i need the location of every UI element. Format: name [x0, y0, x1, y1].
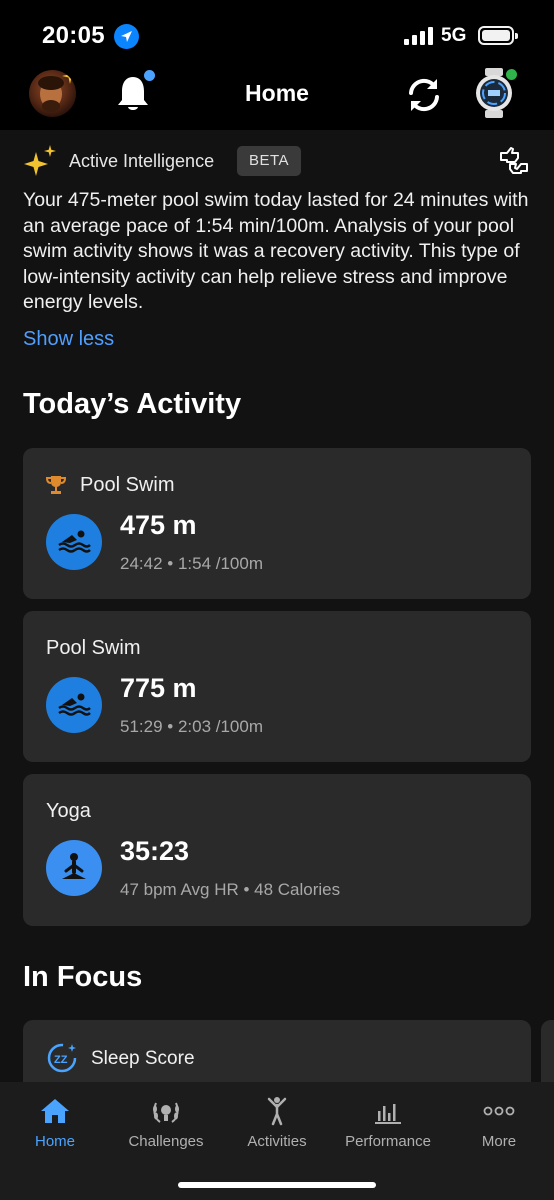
sync-icon[interactable] [403, 74, 445, 116]
tab-home[interactable]: Home [0, 1082, 110, 1162]
insight-header: Active Intelligence BETA [23, 144, 533, 180]
insight-text: Your 475-meter pool swim today lasted fo… [23, 189, 529, 313]
activity-details: 47 bpm Avg HR • 48 Calories [120, 880, 341, 899]
activity-distance: 475 m [120, 510, 197, 540]
beta-badge: BETA [237, 146, 302, 176]
tab-label: Challenges [128, 1133, 204, 1150]
tab-challenges[interactable]: Challenges [111, 1082, 221, 1162]
tab-activities[interactable]: Activities [222, 1082, 332, 1162]
home-feed[interactable]: Active Intelligence BETA Your 475-meter … [0, 130, 554, 1082]
bar-chart-icon [375, 1104, 401, 1124]
activity-distance: 775 m [120, 673, 197, 703]
sparkle-icon [24, 145, 56, 176]
sleep-icon: ZZ [47, 1043, 77, 1073]
tab-label: Home [34, 1133, 75, 1150]
network-type: 5G [441, 25, 467, 46]
status-time: 20:05 [42, 22, 105, 49]
todays-activity-heading: Today’s Activity [23, 388, 242, 420]
home-indicator[interactable] [178, 1182, 376, 1188]
activity-card[interactable]: Yoga 35:23 47 bpm Avg HR • 48 Calories [23, 774, 531, 926]
person-icon [267, 1097, 287, 1126]
laurel-icon [153, 1102, 179, 1123]
status-bar: 20:05 5G [0, 0, 554, 68]
more-icon [483, 1106, 515, 1116]
device-connected-dot [506, 69, 517, 80]
activity-card[interactable]: Pool Swim 475 m 24:42 • 1:54 /100m [23, 448, 531, 599]
swim-icon [46, 514, 102, 570]
tab-label: Performance [345, 1133, 431, 1150]
sleep-score-card[interactable]: ZZ Sleep Score [23, 1020, 531, 1082]
focus-card-label: Sleep Score [91, 1048, 195, 1069]
bottom-tab-bar: Home Challenges Activities Performance M… [0, 1082, 554, 1200]
in-focus-heading: In Focus [23, 961, 143, 993]
tab-label: Activities [247, 1133, 307, 1150]
cellular-signal-icon [404, 27, 434, 45]
activity-details: 51:29 • 2:03 /100m [120, 717, 263, 736]
battery-icon [478, 26, 518, 45]
swim-icon [46, 677, 102, 733]
activity-duration: 35:23 [120, 836, 190, 866]
app-header: Home [0, 68, 554, 130]
page-title: Home [245, 80, 309, 106]
svg-text:ZZ: ZZ [54, 1054, 68, 1066]
tab-label: More [481, 1133, 517, 1150]
activity-card[interactable]: Pool Swim 775 m 51:29 • 2:03 /100m [23, 611, 531, 762]
location-arrow-icon [114, 24, 139, 49]
next-focus-card-peek[interactable] [541, 1020, 554, 1082]
activity-details: 24:42 • 1:54 /100m [120, 554, 263, 573]
activity-title: Pool Swim [46, 636, 141, 659]
show-less-link[interactable]: Show less [23, 328, 114, 351]
thumbs-feedback-icon[interactable] [498, 147, 530, 177]
home-icon [41, 1099, 69, 1123]
activity-title: Yoga [46, 799, 91, 822]
yoga-icon [46, 840, 102, 896]
tab-performance[interactable]: Performance [333, 1082, 443, 1162]
activity-title: Pool Swim [80, 473, 175, 496]
trophy-icon [46, 476, 66, 494]
insight-label: Active Intelligence [69, 151, 215, 171]
tab-more[interactable]: More [444, 1082, 554, 1162]
